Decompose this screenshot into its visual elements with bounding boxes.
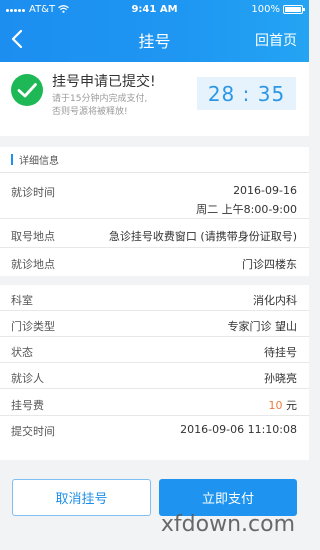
row-value: 2016-09-16 (233, 184, 297, 197)
row-value-secondary: 周二 上午8:00-9:00 (196, 203, 297, 216)
row-label: 门诊类型 (11, 320, 55, 333)
divider (0, 336, 309, 337)
status-right: 100% (251, 3, 305, 15)
row-value: 10 元 (269, 397, 298, 413)
back-arrow-icon[interactable] (9, 28, 27, 50)
cancel-registration-button[interactable]: 取消挂号 (12, 479, 151, 516)
row-value: 消化内科 (253, 294, 297, 307)
battery-icon (283, 4, 305, 14)
divider (0, 218, 309, 219)
detail-panel: 详细信息 就诊时间 2016-09-16 周二 上午8:00-9:00 取号地点… (0, 147, 309, 460)
row-label: 就诊时间 (11, 186, 55, 199)
top-bar: AT&T 9:41 AM 100% 挂号 回首页 (0, 0, 309, 62)
submit-hint-line1: 请于15分钟内完成支付, (52, 94, 148, 104)
row-label: 挂号费 (11, 399, 44, 412)
status-bar: AT&T 9:41 AM 100% (0, 0, 309, 18)
divider (0, 388, 309, 389)
section-gap (0, 276, 309, 285)
nav-bar: 挂号 回首页 (0, 18, 309, 62)
row-label: 就诊地点 (11, 258, 55, 271)
row-value: 急诊挂号收费窗口 (请携带身份证取号) (108, 230, 297, 243)
battery-percent: 100% (251, 3, 280, 15)
submit-title: 挂号申请已提交! (52, 74, 156, 90)
divider (0, 362, 309, 363)
section-accent-bar (11, 154, 13, 165)
section-header: 详细信息 (0, 147, 309, 173)
check-circle-icon (11, 74, 43, 106)
row-value: 孙晓亮 (264, 372, 297, 385)
row-value: 门诊四楼东 (242, 258, 297, 271)
row-value: 2016-09-06 11:10:08 (180, 423, 297, 436)
row-label: 取号地点 (11, 230, 55, 243)
submit-hint: 请于15分钟内完成支付, 否则号源将被释放! (52, 93, 147, 119)
row-label: 提交时间 (11, 425, 55, 438)
row-value: 待挂号 (264, 346, 297, 359)
divider (0, 415, 309, 416)
pay-now-button[interactable]: 立即支付 (159, 479, 297, 516)
countdown-timer: 28 : 35 (197, 77, 296, 110)
row-label: 状态 (11, 346, 33, 359)
row-label: 就诊人 (11, 372, 44, 385)
divider (0, 310, 309, 311)
watermark: xfdown.com (160, 512, 295, 537)
row-value: 专家门诊 望山 (227, 320, 298, 333)
fee-unit: 元 (282, 399, 297, 412)
home-link[interactable]: 回首页 (255, 30, 297, 50)
submit-status-card: 挂号申请已提交! 请于15分钟内完成支付, 否则号源将被释放! 28 : 35 (0, 62, 309, 136)
fee-amount: 10 (268, 399, 283, 412)
submit-hint-line2: 否则号源将被释放! (52, 107, 128, 117)
divider (0, 247, 309, 248)
row-label: 科室 (11, 294, 33, 307)
section-title: 详细信息 (19, 156, 59, 167)
